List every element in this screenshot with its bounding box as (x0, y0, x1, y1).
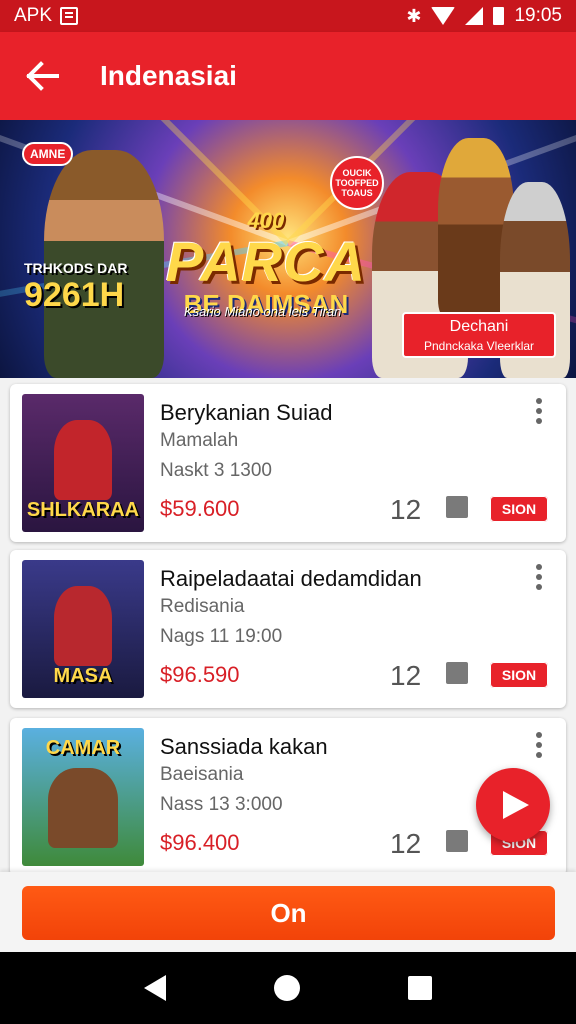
list-item[interactable]: SHLKARAA Berykanian Suiad Mamalah Naskt … (10, 384, 566, 542)
banner-box-sub: Pndnckaka Vleerklar (423, 339, 535, 353)
on-button[interactable]: On (22, 886, 555, 940)
status-time: 19:05 (514, 5, 562, 26)
wifi-icon (431, 7, 456, 25)
item-name: Sanssiada kakan (160, 734, 328, 759)
banner-left-text: TRHKODS DAR 9261H (24, 260, 127, 315)
thumbnail-title: CAMAR (45, 737, 121, 759)
bottom-action-area: On (0, 872, 576, 952)
item-action-button[interactable]: SION (490, 662, 548, 688)
thumbnail-title: MASA (53, 665, 113, 687)
item-price: $59.600 (160, 496, 240, 521)
banner-left-line1: TRHKODS DAR (24, 260, 128, 276)
item-thumbnail[interactable]: MASA (22, 560, 144, 698)
banner-box-title: Dechani (449, 318, 509, 335)
banner-badge: AMNE (22, 142, 74, 166)
item-count: 12 (390, 660, 422, 691)
status-bar: APK ✱ 19:05 (0, 0, 576, 32)
item-action-button[interactable]: SION (490, 496, 548, 522)
item-checkbox[interactable] (446, 830, 468, 852)
nav-recents-icon[interactable] (408, 976, 432, 1000)
item-count: 12 (390, 494, 422, 525)
banner-left-line2: 9261H (24, 276, 125, 314)
item-name: Berykanian Suiad (160, 400, 333, 425)
item-subtitle: Redisania (160, 596, 245, 617)
banner-tagline: Ksario Miano ona lels Tiran (184, 304, 342, 319)
signal-icon (465, 7, 484, 25)
item-price: $96.400 (160, 830, 240, 855)
battery-icon (493, 7, 505, 25)
item-checkbox[interactable] (446, 496, 468, 518)
item-name: Raipeladaatai dedamdidan (160, 566, 422, 591)
nav-home-icon[interactable] (274, 975, 300, 1001)
promo-banner[interactable]: AMNE TRHKODS DAR 9261H 400 PARCA BE DAIM… (0, 120, 576, 378)
item-thumbnail[interactable]: CAMAR (22, 728, 144, 866)
item-meta: Nass 13 3:000 (160, 794, 283, 815)
item-meta: Nags 11 19:00 (160, 626, 283, 647)
app-bar: Indenasiai (0, 32, 576, 120)
item-subtitle: Mamalah (160, 430, 239, 451)
more-vert-icon[interactable] (530, 398, 548, 432)
play-icon (503, 791, 529, 819)
item-count: 12 (390, 828, 422, 859)
thumbnail-title: SHLKARAA (26, 499, 140, 521)
play-fab-button[interactable] (476, 768, 550, 842)
system-nav-bar (0, 952, 576, 1024)
banner-cta-box[interactable]: Dechani Pndnckaka Vleerklar (402, 312, 556, 358)
status-app-label: APK (14, 5, 53, 26)
item-meta: Naskt 3 1300 (160, 460, 272, 481)
arrow-left-icon (26, 61, 59, 91)
item-thumbnail[interactable]: SHLKARAA (22, 394, 144, 532)
banner-speech-bubble: OUCIK TOOFPED TOAUS (330, 156, 384, 210)
notification-icon (60, 7, 79, 25)
item-price: $96.590 (160, 662, 240, 687)
back-button[interactable] (0, 32, 84, 120)
bluetooth-icon: ✱ (406, 5, 422, 26)
banner-title: PARCA (166, 230, 366, 293)
page-title: Indenasiai (100, 60, 237, 91)
item-checkbox[interactable] (446, 662, 468, 684)
banner-title-block: 400 PARCA BE DAIMSAN (166, 208, 366, 318)
list-item[interactable]: MASA Raipeladaatai dedamdidan Redisania … (10, 550, 566, 708)
more-vert-icon[interactable] (530, 732, 548, 766)
more-vert-icon[interactable] (530, 564, 548, 598)
nav-back-icon[interactable] (144, 975, 166, 1001)
item-subtitle: Baeisania (160, 764, 244, 785)
